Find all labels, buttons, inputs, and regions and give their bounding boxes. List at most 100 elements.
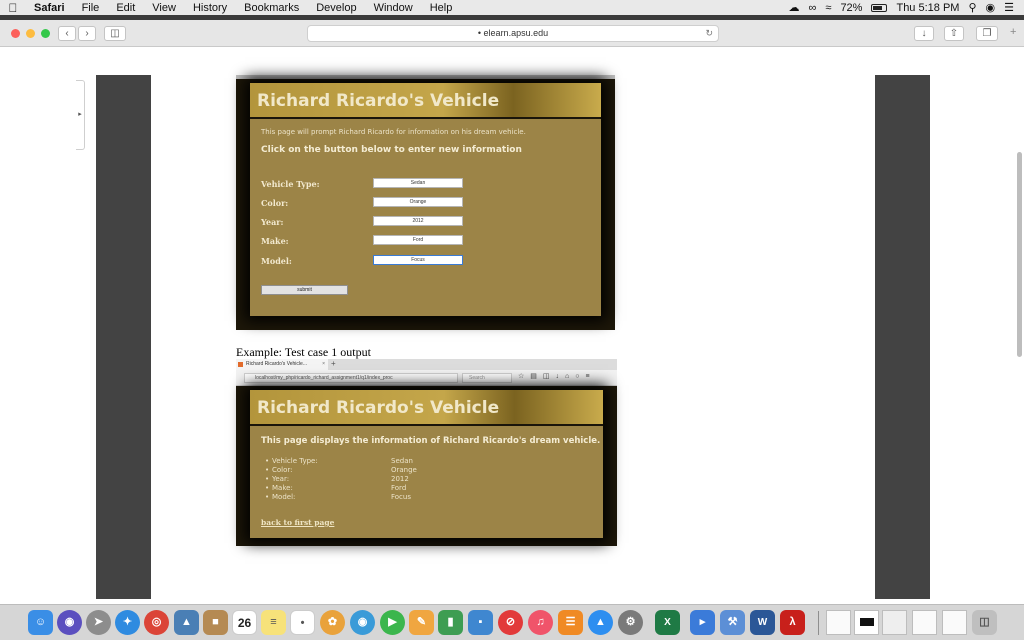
output-screenshot: Richard Ricardo's Vehicle This page disp… [236, 386, 617, 546]
clock[interactable]: Thu 5:18 PM [896, 2, 959, 14]
forward-button[interactable]: › [78, 26, 96, 41]
menu-bar:  Safari File Edit View History Bookmark… [0, 0, 1024, 15]
downloads-stack[interactable] [882, 610, 907, 635]
new-tab-icon[interactable]: + [1010, 26, 1016, 38]
screenshot-edge [236, 75, 615, 79]
close-window-button[interactable] [11, 29, 20, 38]
year-label: Year: [261, 217, 284, 227]
numbers-icon[interactable]: ▮ [438, 610, 463, 635]
submit-button[interactable]: submit [261, 285, 348, 295]
color-label: Color: [261, 198, 289, 208]
output-item-value: Sedan [391, 457, 413, 465]
facetime-icon[interactable]: ▶ [380, 610, 405, 635]
vehicle-form-panel: Richard Ricardo's Vehicle This page will… [250, 83, 601, 316]
notes-icon[interactable]: ≡ [261, 610, 286, 635]
mini-tab: Richard Ricardo's Vehicle... × [236, 359, 328, 370]
year-input[interactable]: 2012 [373, 216, 463, 226]
safari-icon[interactable]: ✦ [115, 610, 140, 635]
share-icon[interactable]: ⇧ [944, 26, 964, 41]
downloads-icon[interactable]: ↓ [914, 26, 934, 41]
collapse-sidebar-handle[interactable]: ▸ [76, 80, 85, 150]
mini-search-placeholder: Search [469, 375, 485, 381]
reminders-icon[interactable]: • [290, 610, 315, 635]
vehicle-type-input[interactable]: Sedan [373, 178, 463, 188]
menu-file[interactable]: File [74, 2, 109, 14]
news-icon[interactable]: ⊘ [498, 610, 523, 635]
battery-icon[interactable] [871, 3, 888, 12]
menu-develop[interactable]: Develop [308, 2, 365, 14]
intro-text: This page will prompt Richard Ricardo fo… [261, 128, 526, 136]
menu-edit[interactable]: Edit [108, 2, 144, 14]
finder-icon[interactable]: ☺ [28, 610, 53, 635]
launchpad-icon[interactable]: ➤ [86, 610, 111, 635]
excel-icon[interactable]: X [655, 610, 680, 635]
output-item-label: Model: [265, 493, 296, 501]
make-input[interactable]: Ford [373, 235, 463, 245]
mini-tab-strip: Richard Ricardo's Vehicle... × + [236, 359, 617, 370]
mini-url-field: localhost/my_php/ricardo_richard_assignm… [244, 373, 458, 383]
reload-icon[interactable]: ↻ [705, 26, 713, 41]
menu-safari[interactable]: Safari [26, 2, 74, 14]
keynote-icon[interactable]: ▪ [468, 610, 493, 635]
output-item-value: 2012 [391, 475, 409, 483]
music-icon[interactable]: ♫ [528, 610, 553, 635]
output-item-label: Year: [265, 475, 289, 483]
back-button[interactable]: ‹ [58, 26, 76, 41]
system-preferences-icon[interactable]: ⚙ [618, 610, 643, 635]
vs-code-icon[interactable]: ▸ [690, 610, 715, 635]
minimize-window-button[interactable] [26, 29, 35, 38]
books-icon[interactable]: ☰ [558, 610, 583, 635]
word-icon[interactable]: W [750, 610, 775, 635]
siri-dock-icon[interactable]: ◉ [57, 610, 82, 635]
photos-icon[interactable]: ✿ [320, 610, 345, 635]
dock: ☺ ◉ ➤ ✦ ◎ ▲ ■ 26 ≡ • ✿ ◉ ▶ ✎ ▮ ▪ ⊘ ♫ ☰ ▲… [0, 604, 1024, 640]
document-thumbnail[interactable] [942, 610, 967, 635]
menu-bookmarks[interactable]: Bookmarks [236, 2, 308, 14]
scrollbar[interactable] [1017, 152, 1022, 357]
zoom-window-button[interactable] [41, 29, 50, 38]
vehicle-output-title: Richard Ricardo's Vehicle [257, 398, 500, 418]
chrome-icon[interactable]: ◎ [144, 610, 169, 635]
siri-icon[interactable]: ◉ [986, 1, 996, 14]
vehicle-title: Richard Ricardo's Vehicle [257, 91, 500, 111]
menu-history[interactable]: History [185, 2, 236, 14]
document-thumbnail[interactable] [912, 610, 937, 635]
xcode-icon[interactable]: ⚒ [720, 610, 745, 635]
form-screenshot: Richard Ricardo's Vehicle This page will… [236, 75, 615, 330]
pages-icon[interactable]: ✎ [409, 610, 434, 635]
menu-help[interactable]: Help [422, 2, 462, 14]
output-item-value: Ford [391, 484, 407, 492]
thumbnail-preview [859, 618, 874, 626]
messages-icon[interactable]: ◉ [350, 610, 375, 635]
bluetooth-icon[interactable]: ∞ [809, 2, 817, 14]
address-bar[interactable]: • elearn.apsu.edu ↻ [307, 25, 719, 42]
back-to-first-page-link[interactable]: back to first page [261, 518, 334, 527]
vehicle-header: Richard Ricardo's Vehicle [250, 83, 601, 119]
cloud-icon[interactable]: ☁ [789, 1, 800, 14]
mini-url-text: localhost/my_php/ricardo_richard_assignm… [255, 375, 393, 381]
spotlight-icon[interactable]: ⚲ [968, 1, 976, 14]
dock-separator [818, 611, 819, 635]
mini-new-tab-icon: + [331, 359, 336, 368]
tabs-overview-icon[interactable]: ❐ [976, 26, 998, 41]
document-thumbnail[interactable] [826, 610, 851, 635]
apple-menu-icon[interactable]:  [0, 1, 26, 15]
output-item-label: Color: [265, 466, 292, 474]
calendar-icon[interactable]: 26 [232, 610, 257, 635]
notification-center-icon[interactable]: ☰ [1004, 1, 1014, 14]
battery-percent: 72% [840, 1, 863, 14]
screenshot-thumbnail[interactable] [854, 610, 879, 635]
wifi-icon[interactable]: ≈ [825, 2, 831, 14]
photo-editor-icon[interactable]: ▲ [174, 610, 199, 635]
sidebar-toggle-icon[interactable]: ◫ [104, 26, 126, 41]
form-heading: Click on the button below to enter new i… [261, 145, 522, 155]
model-input[interactable]: Focus [373, 255, 463, 265]
acrobat-icon[interactable]: λ [780, 610, 805, 635]
contacts-icon[interactable]: ■ [203, 610, 228, 635]
menu-view[interactable]: View [144, 2, 185, 14]
trash-icon[interactable]: ◫ [972, 610, 997, 635]
color-input[interactable]: Orange [373, 197, 463, 207]
app-store-icon[interactable]: ▲ [588, 610, 613, 635]
output-heading: This page displays the information of Ri… [261, 436, 601, 446]
menu-window[interactable]: Window [366, 2, 422, 14]
